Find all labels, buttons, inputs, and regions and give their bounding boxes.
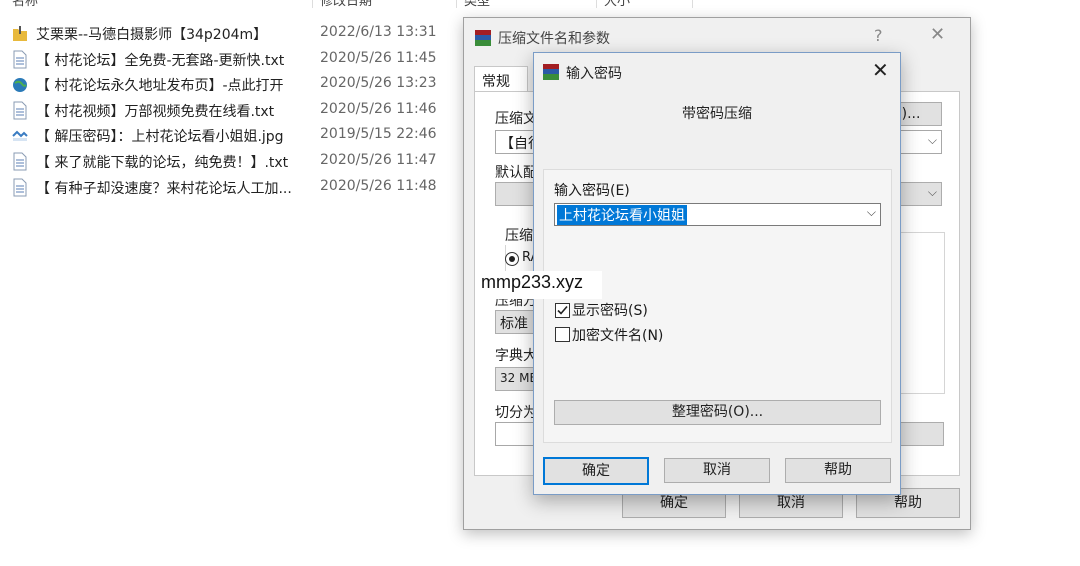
file-name: 【 村花论坛永久地址发布页】-点此打开 <box>36 78 284 94</box>
archive-name-label: 压缩文 <box>495 111 537 127</box>
dialog-title: 压缩文件名和参数 <box>498 31 610 47</box>
txt-file-icon <box>13 101 27 120</box>
winrar-icon <box>475 30 491 46</box>
dialog-title: 输入密码 <box>566 66 622 82</box>
method-value: 标准 <box>500 316 528 332</box>
column-header-type[interactable]: 类型 <box>464 0 490 9</box>
cancel-button[interactable]: 取消 <box>664 458 770 483</box>
file-row[interactable]: 【 村花论坛】全免费-无套路-更新快.txt 2020/5/26 11:45 <box>0 47 470 72</box>
tab-label: 常规 <box>482 74 510 90</box>
watermark: mmp233.xyz <box>476 271 602 299</box>
txt-file-icon <box>13 152 27 171</box>
encrypt-file-names-label[interactable]: 加密文件名(N) <box>572 325 663 345</box>
column-divider[interactable] <box>692 0 693 8</box>
file-row[interactable]: 【 村花论坛永久地址发布页】-点此打开 2020/5/26 13:23 <box>0 72 470 97</box>
show-password-checkbox[interactable] <box>555 303 570 318</box>
close-icon[interactable]: ✕ <box>872 58 889 82</box>
file-date: 2020/5/26 11:45 <box>320 50 437 66</box>
file-name: 【 村花视频】万部视频免费在线看.txt <box>36 104 275 120</box>
tab-general[interactable]: 常规 <box>474 66 528 93</box>
winrar-icon <box>543 64 559 80</box>
column-header-date[interactable]: 修改日期 <box>320 0 372 9</box>
format-radio[interactable] <box>505 252 519 266</box>
show-password-label[interactable]: 显示密码(S) <box>572 300 648 320</box>
file-date: 2019/5/15 22:46 <box>320 126 437 142</box>
password-label: 输入密码(E) <box>554 183 630 199</box>
ok-button[interactable]: 确定 <box>543 457 649 485</box>
file-row[interactable]: 【 来了就能下载的论坛，纯免费！】.txt 2020/5/26 11:47 <box>0 149 470 174</box>
column-divider[interactable] <box>456 0 457 8</box>
help-icon[interactable]: ? <box>874 26 883 45</box>
password-value: 上村花论坛看小姐姐 <box>557 205 687 225</box>
default-profile-label: 默认配 <box>495 165 537 181</box>
dictionary-label: 字典大 <box>495 348 537 364</box>
file-date: 2020/5/26 11:47 <box>320 152 437 168</box>
column-divider[interactable] <box>596 0 597 8</box>
checkmark-icon <box>557 305 568 315</box>
watermark-text: mmp233.xyz <box>481 272 584 292</box>
help-button[interactable]: 帮助 <box>785 458 891 483</box>
column-header-name[interactable]: 名称 <box>12 0 38 9</box>
file-date: 2020/5/26 11:46 <box>320 101 437 117</box>
file-date: 2022/6/13 13:31 <box>320 24 437 40</box>
close-icon[interactable]: ✕ <box>930 24 945 45</box>
encrypt-file-names-checkbox[interactable] <box>555 327 570 342</box>
file-date: 2020/5/26 13:23 <box>320 75 437 91</box>
file-name: 【 解压密码】：上村花论坛看小姐姐.jpg <box>36 129 284 145</box>
dialog-subtitle: 带密码压缩 <box>682 106 752 122</box>
txt-file-icon <box>13 178 27 197</box>
password-input[interactable]: 上村花论坛看小姐姐 ⌵ <box>554 203 881 226</box>
file-name: 艾栗栗--马德白摄影师【34p204m】 <box>36 27 268 43</box>
file-row[interactable]: 艾栗栗--马德白摄影师【34p204m】 2022/6/13 13:31 <box>0 21 470 46</box>
txt-file-icon <box>13 50 27 69</box>
chevron-down-icon[interactable]: ⌵ <box>867 205 876 220</box>
archive-format-label: 压缩 <box>503 225 535 245</box>
file-name: 【 来了就能下载的论坛，纯免费！】.txt <box>36 155 289 171</box>
folder-zip-icon <box>13 26 27 41</box>
chevron-down-icon: ⌵ <box>927 185 937 199</box>
column-divider[interactable] <box>312 0 313 8</box>
file-name: 【 有种子却没速度？来村花论坛人工加... <box>36 181 292 197</box>
chevron-down-icon[interactable]: ⌵ <box>928 133 937 148</box>
radio-dot <box>509 256 515 262</box>
file-name: 【 村花论坛】全免费-无套路-更新快.txt <box>36 53 285 69</box>
organize-passwords-button[interactable]: 整理密码(O)... <box>554 400 881 425</box>
image-file-icon <box>12 130 28 141</box>
file-row[interactable]: 【 有种子却没速度？来村花论坛人工加... 2020/5/26 11:48 <box>0 175 470 200</box>
file-row[interactable]: 【 解压密码】：上村花论坛看小姐姐.jpg 2019/5/15 22:46 <box>0 123 470 148</box>
file-row[interactable]: 【 村花视频】万部视频免费在线看.txt 2020/5/26 11:46 <box>0 98 470 123</box>
file-date: 2020/5/26 11:48 <box>320 178 437 194</box>
column-header-size[interactable]: 大小 <box>604 0 630 9</box>
split-label: 切分为 <box>495 405 537 421</box>
url-shortcut-icon <box>13 78 27 92</box>
